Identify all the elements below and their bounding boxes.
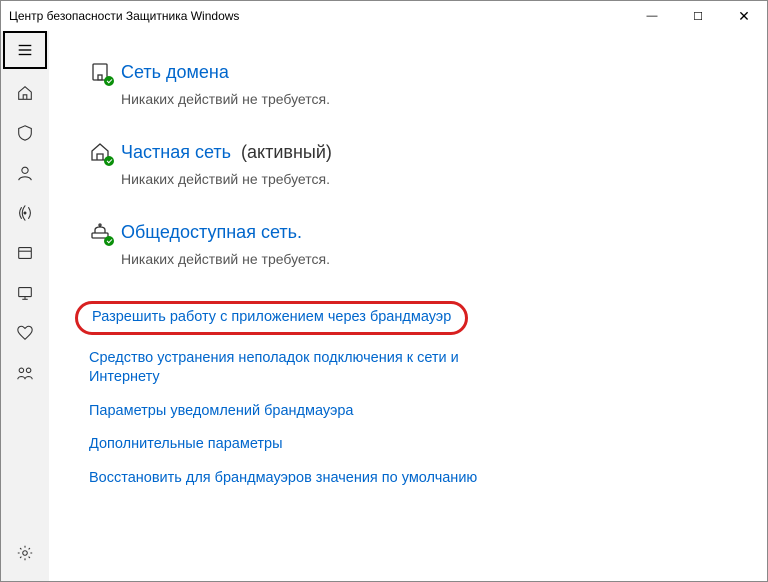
section-domain-network: Сеть домена Никаких действий не требуетс… bbox=[89, 61, 747, 107]
private-network-title: Частная сеть bbox=[121, 142, 231, 163]
sidebar-item-account[interactable] bbox=[1, 153, 49, 193]
private-network-active-label: (активный) bbox=[241, 142, 332, 163]
sidebar-item-settings[interactable] bbox=[1, 533, 49, 573]
sidebar-item-family[interactable] bbox=[1, 353, 49, 393]
sidebar-item-home[interactable] bbox=[1, 73, 49, 113]
domain-network-desc: Никаких действий не требуется. bbox=[121, 91, 747, 107]
firewall-links: Разрешить работу с приложением через бра… bbox=[89, 301, 747, 488]
close-button[interactable]: ✕ bbox=[721, 1, 767, 31]
link-allow-app[interactable]: Разрешить работу с приложением через бра… bbox=[89, 301, 509, 335]
sidebar-item-device[interactable] bbox=[1, 273, 49, 313]
domain-network-title: Сеть домена bbox=[121, 62, 229, 83]
titlebar: Центр безопасности Защитника Windows — ☐… bbox=[1, 1, 767, 31]
sidebar bbox=[1, 31, 49, 581]
status-ok-badge bbox=[104, 76, 114, 86]
window-title: Центр безопасности Защитника Windows bbox=[9, 9, 629, 23]
status-ok-badge bbox=[104, 156, 114, 166]
sidebar-item-health[interactable] bbox=[1, 313, 49, 353]
private-network-icon bbox=[89, 141, 111, 163]
public-network-desc: Никаких действий не требуется. bbox=[121, 251, 747, 267]
maximize-button[interactable]: ☐ bbox=[675, 1, 721, 31]
private-network-desc: Никаких действий не требуется. bbox=[121, 171, 747, 187]
sidebar-item-app-browser[interactable] bbox=[1, 233, 49, 273]
link-advanced[interactable]: Дополнительные параметры bbox=[89, 435, 509, 455]
section-public-network: Общедоступная сеть. Никаких действий не … bbox=[89, 221, 747, 267]
hamburger-menu-button[interactable] bbox=[3, 31, 47, 69]
public-network-title: Общедоступная сеть. bbox=[121, 222, 302, 243]
sidebar-item-virus[interactable] bbox=[1, 113, 49, 153]
status-ok-badge bbox=[104, 236, 114, 246]
public-network-icon bbox=[89, 221, 111, 243]
window-controls: — ☐ ✕ bbox=[629, 1, 767, 31]
sidebar-item-firewall[interactable] bbox=[1, 193, 49, 233]
main-content: Сеть домена Никаких действий не требуетс… bbox=[49, 31, 767, 581]
highlight-ring: Разрешить работу с приложением через бра… bbox=[75, 301, 468, 335]
minimize-button[interactable]: — bbox=[629, 1, 675, 31]
link-notifications[interactable]: Параметры уведомлений брандмауэра bbox=[89, 402, 509, 422]
link-restore[interactable]: Восстановить для брандмауэров значения п… bbox=[89, 469, 509, 489]
section-private-network: Частная сеть (активный) Никаких действий… bbox=[89, 141, 747, 187]
link-troubleshoot[interactable]: Средство устранения неполадок подключени… bbox=[89, 349, 509, 388]
domain-network-icon bbox=[89, 61, 111, 83]
